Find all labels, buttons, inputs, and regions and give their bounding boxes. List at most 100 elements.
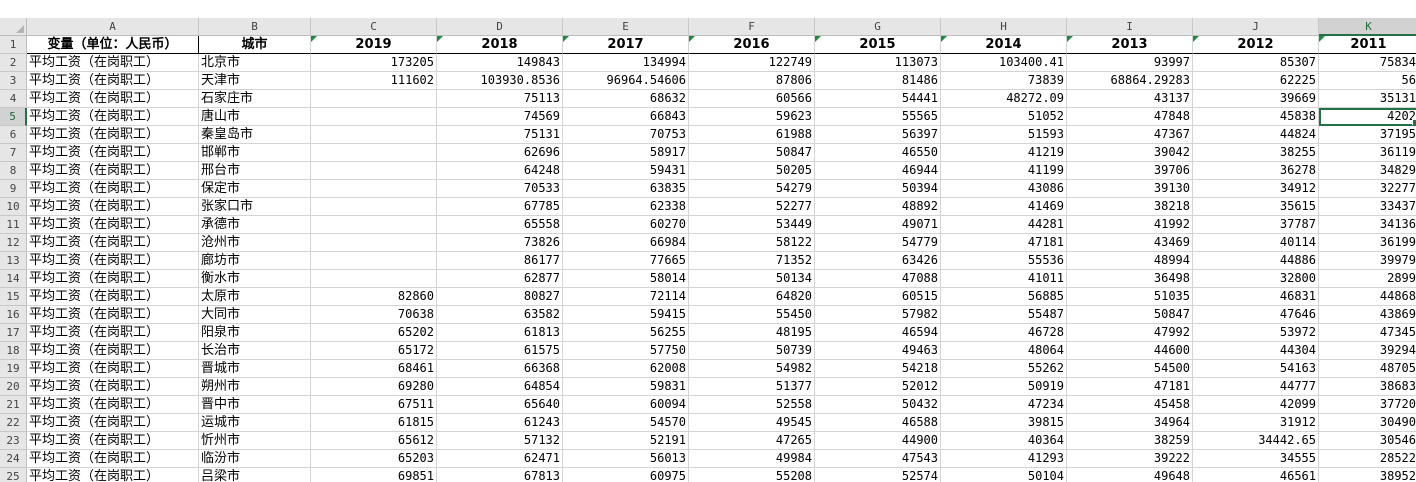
- row-header-7[interactable]: 7: [0, 144, 27, 162]
- cell[interactable]: 忻州市: [199, 432, 311, 450]
- cell[interactable]: 52558: [689, 396, 815, 414]
- cell[interactable]: 69851: [311, 468, 437, 482]
- cell[interactable]: 58917: [563, 144, 689, 162]
- header-cell-a[interactable]: 变量（单位：人民币）: [27, 36, 199, 54]
- cell[interactable]: 68632: [563, 90, 689, 108]
- header-cell-f[interactable]: 2016: [689, 36, 815, 54]
- cell[interactable]: 48195: [689, 324, 815, 342]
- cell[interactable]: 39815: [941, 414, 1067, 432]
- cell[interactable]: 39294: [1319, 342, 1416, 360]
- cell[interactable]: 50432: [815, 396, 941, 414]
- cell[interactable]: 66368: [437, 360, 563, 378]
- cell[interactable]: 59431: [563, 162, 689, 180]
- cell[interactable]: 平均工资（在岗职工）: [27, 360, 199, 378]
- cell[interactable]: 41011: [941, 270, 1067, 288]
- cell[interactable]: 60975: [563, 468, 689, 482]
- cell[interactable]: 48064: [941, 342, 1067, 360]
- cell[interactable]: 52191: [563, 432, 689, 450]
- cell[interactable]: 47646: [1193, 306, 1319, 324]
- row-header-19[interactable]: 19: [0, 360, 27, 378]
- row-header-8[interactable]: 8: [0, 162, 27, 180]
- cell[interactable]: 70753: [563, 126, 689, 144]
- cell[interactable]: 40114: [1193, 234, 1319, 252]
- row-header-5[interactable]: 5: [0, 108, 27, 126]
- cell[interactable]: 48705: [1319, 360, 1416, 378]
- cell[interactable]: 平均工资（在岗职工）: [27, 234, 199, 252]
- cell[interactable]: 44777: [1193, 378, 1319, 396]
- header-cell-i[interactable]: 2013: [1067, 36, 1193, 54]
- cell[interactable]: 56: [1319, 72, 1416, 90]
- cell[interactable]: 54500: [1067, 360, 1193, 378]
- cell[interactable]: 50847: [689, 144, 815, 162]
- cell[interactable]: 39130: [1067, 180, 1193, 198]
- cell[interactable]: 57132: [437, 432, 563, 450]
- cell[interactable]: 44900: [815, 432, 941, 450]
- header-cell-j[interactable]: 2012: [1193, 36, 1319, 54]
- cell[interactable]: 66984: [563, 234, 689, 252]
- cell[interactable]: 80827: [437, 288, 563, 306]
- cell[interactable]: 平均工资（在岗职工）: [27, 144, 199, 162]
- cell[interactable]: 31912: [1193, 414, 1319, 432]
- cell[interactable]: 72114: [563, 288, 689, 306]
- cell[interactable]: 46561: [1193, 468, 1319, 482]
- cell[interactable]: 61243: [437, 414, 563, 432]
- cell[interactable]: 53449: [689, 216, 815, 234]
- select-all-button[interactable]: [0, 18, 27, 36]
- cell[interactable]: 103930.8536: [437, 72, 563, 90]
- cell[interactable]: 61815: [311, 414, 437, 432]
- cell[interactable]: 38683: [1319, 378, 1416, 396]
- row-header-1[interactable]: 1: [0, 36, 27, 54]
- cell[interactable]: 111602: [311, 72, 437, 90]
- cell[interactable]: 54982: [689, 360, 815, 378]
- cell[interactable]: 55565: [815, 108, 941, 126]
- cell[interactable]: 50394: [815, 180, 941, 198]
- cell[interactable]: 43469: [1067, 234, 1193, 252]
- cell[interactable]: 49545: [689, 414, 815, 432]
- cell[interactable]: 44600: [1067, 342, 1193, 360]
- cell[interactable]: 50104: [941, 468, 1067, 482]
- cell[interactable]: 41992: [1067, 216, 1193, 234]
- cell[interactable]: 平均工资（在岗职工）: [27, 378, 199, 396]
- cell[interactable]: [311, 180, 437, 198]
- cell[interactable]: 54163: [1193, 360, 1319, 378]
- cell[interactable]: 51035: [1067, 288, 1193, 306]
- cell[interactable]: 平均工资（在岗职工）: [27, 180, 199, 198]
- cell[interactable]: 38255: [1193, 144, 1319, 162]
- cell[interactable]: 65203: [311, 450, 437, 468]
- cell[interactable]: 4202: [1319, 108, 1416, 126]
- cell[interactable]: 平均工资（在岗职工）: [27, 432, 199, 450]
- cell[interactable]: 47543: [815, 450, 941, 468]
- cell[interactable]: 67785: [437, 198, 563, 216]
- cell[interactable]: 44281: [941, 216, 1067, 234]
- cell[interactable]: 56397: [815, 126, 941, 144]
- cell[interactable]: 45458: [1067, 396, 1193, 414]
- row-header-18[interactable]: 18: [0, 342, 27, 360]
- cell[interactable]: 晋城市: [199, 360, 311, 378]
- cell[interactable]: 41219: [941, 144, 1067, 162]
- row-header-11[interactable]: 11: [0, 216, 27, 234]
- cell[interactable]: 75131: [437, 126, 563, 144]
- cell[interactable]: 54441: [815, 90, 941, 108]
- cell[interactable]: 57750: [563, 342, 689, 360]
- cell[interactable]: 40364: [941, 432, 1067, 450]
- cell[interactable]: 39222: [1067, 450, 1193, 468]
- cell[interactable]: 66843: [563, 108, 689, 126]
- cell[interactable]: 34829: [1319, 162, 1416, 180]
- cell[interactable]: 85307: [1193, 54, 1319, 72]
- cell[interactable]: 43869: [1319, 306, 1416, 324]
- cell[interactable]: 50919: [941, 378, 1067, 396]
- cell[interactable]: 邯郸市: [199, 144, 311, 162]
- cell[interactable]: 邢台市: [199, 162, 311, 180]
- cell[interactable]: 平均工资（在岗职工）: [27, 216, 199, 234]
- header-cell-e[interactable]: 2017: [563, 36, 689, 54]
- cell[interactable]: 59831: [563, 378, 689, 396]
- cell[interactable]: 53972: [1193, 324, 1319, 342]
- cell[interactable]: 平均工资（在岗职工）: [27, 162, 199, 180]
- cell[interactable]: 35615: [1193, 198, 1319, 216]
- cell[interactable]: 61988: [689, 126, 815, 144]
- cell[interactable]: 51052: [941, 108, 1067, 126]
- row-header-6[interactable]: 6: [0, 126, 27, 144]
- cell[interactable]: 30546: [1319, 432, 1416, 450]
- header-cell-b[interactable]: 城市: [199, 36, 311, 54]
- header-cell-k[interactable]: 2011: [1319, 36, 1416, 54]
